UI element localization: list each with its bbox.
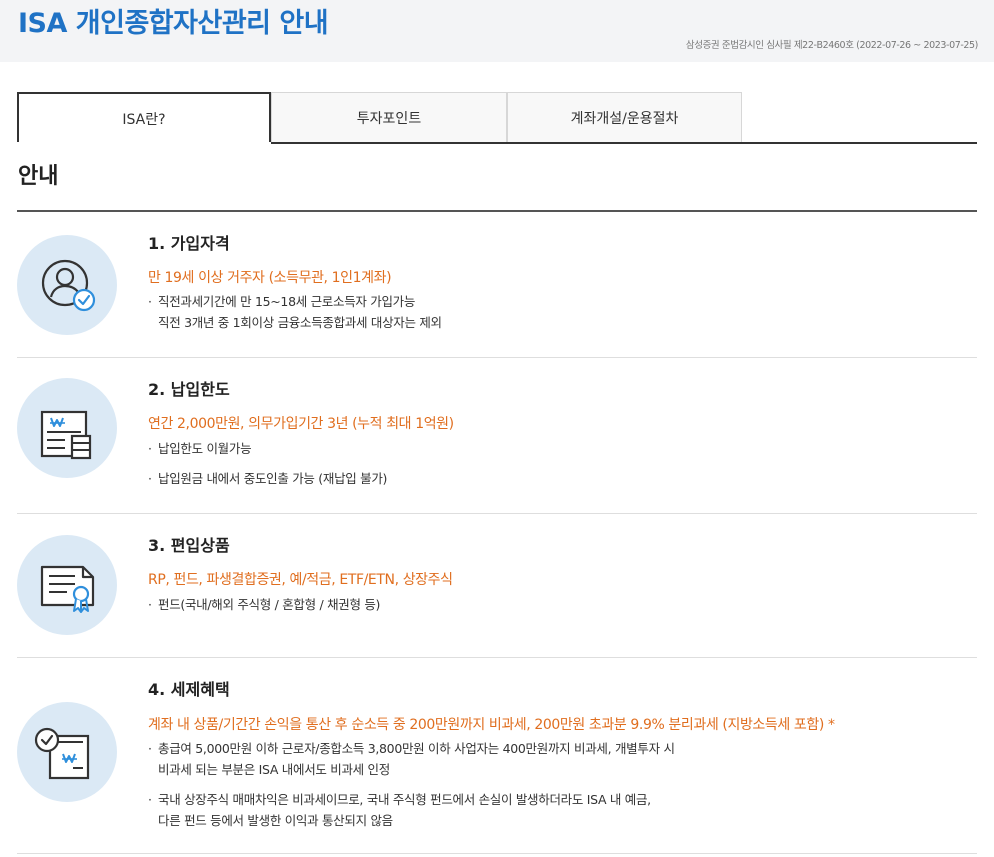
item-summary: 만 19세 이상 거주자 (소득무관, 1인1계좌): [148, 270, 392, 286]
item-summary: RP, 펀드, 파생결합증권, 예/적금, ETF/ETN, 상장주식: [148, 572, 453, 588]
item-heading: 2. 납입한도: [148, 380, 230, 399]
bullet-dot: ·: [148, 741, 152, 756]
tab-isa-intro[interactable]: ISA란?: [17, 92, 271, 145]
bullet-line: 총급여 5,000만원 이하 근로자/종합소득 3,800만원 이하 사업자는 …: [158, 741, 675, 756]
tab-bar: ISA란? 투자포인트 계좌개설/운용절차: [17, 92, 977, 145]
item-summary: 연간 2,000만원, 의무가입기간 3년 (누적 최대 1억원): [148, 416, 454, 432]
icon-circle: [17, 235, 117, 335]
icon-circle: [17, 378, 117, 478]
bullet-line: 다른 펀드 등에서 발생한 이익과 통산되지 않음: [158, 813, 393, 828]
compliance-notice: 삼성증권 준법감시인 심사필 제22-B2460호 (2022-07-26 ~ …: [685, 40, 978, 51]
item-bullet: · 납입한도 이월가능: [148, 438, 252, 459]
bullet-line: 납입한도 이월가능: [158, 441, 252, 456]
item-bullet: · 국내 상장주식 매매차익은 비과세이므로, 국내 주식형 펀드에서 손실이 …: [148, 789, 651, 831]
deposit-document-icon: [40, 410, 92, 460]
bullet-line: 직전과세기간에 만 15~18세 근로소득자 가입가능: [158, 294, 416, 309]
icon-circle: [17, 535, 117, 635]
bullet-line: 국내 상장주식 매매차익은 비과세이므로, 국내 주식형 펀드에서 손실이 발생…: [158, 792, 651, 807]
bullet-dot: ·: [148, 792, 152, 807]
item-bullet: · 납입원금 내에서 중도인출 가능 (재납입 불가): [148, 468, 387, 489]
tax-benefit-icon: [34, 727, 90, 780]
icon-circle: [17, 702, 117, 802]
item-bullet: · 펀드(국내/해외 주식형 / 혼합형 / 채권형 등): [148, 594, 380, 615]
page-title: ISA 개인종합자산관리 안내: [18, 8, 329, 39]
bullet-dot: ·: [148, 441, 152, 456]
item-bullet: · 총급여 5,000만원 이하 근로자/종합소득 3,800만원 이하 사업자…: [148, 738, 675, 780]
item-summary: 계좌 내 상품/기간간 손익을 통산 후 순소득 중 200만원까지 비과세, …: [148, 717, 835, 733]
item-heading: 1. 가입자격: [148, 234, 230, 253]
tab-account-opening-procedure[interactable]: 계좌개설/운용절차: [507, 92, 742, 142]
bullet-line: 비과세 되는 부분은 ISA 내에서도 비과세 인정: [158, 762, 390, 777]
bullet-line: 직전 3개년 중 1회이상 금융소득종합과세 대상자는 제외: [158, 315, 442, 330]
certificate-icon: [40, 565, 95, 613]
info-item-eligible-products: 3. 편입상품 RP, 펀드, 파생결합증권, 예/적금, ETF/ETN, 상…: [17, 514, 977, 658]
bullet-line: 펀드(국내/해외 주식형 / 혼합형 / 채권형 등): [158, 597, 381, 612]
info-item-deposit-limit: 2. 납입한도 연간 2,000만원, 의무가입기간 3년 (누적 최대 1억원…: [17, 358, 977, 514]
item-heading: 4. 세제혜택: [148, 680, 230, 699]
info-item-tax-benefits: 4. 세제혜택 계좌 내 상품/기간간 손익을 통산 후 순소득 중 200만원…: [17, 658, 977, 854]
info-item-eligibility: 1. 가입자격 만 19세 이상 거주자 (소득무관, 1인1계좌) · 직전과…: [17, 212, 977, 358]
user-check-icon: [41, 259, 96, 312]
bullet-line: 납입원금 내에서 중도인출 가능 (재납입 불가): [158, 471, 388, 486]
page-header: ISA 개인종합자산관리 안내 삼성증권 준법감시인 심사필 제22-B2460…: [0, 0, 994, 62]
bullet-dot: ·: [148, 294, 152, 309]
item-bullet: · 직전과세기간에 만 15~18세 근로소득자 가입가능 직전 3개년 중 1…: [148, 291, 442, 333]
bullet-dot: ·: [148, 597, 152, 612]
tab-investment-points[interactable]: 투자포인트: [271, 92, 507, 142]
item-heading: 3. 편입상품: [148, 536, 230, 555]
section-title: 안내: [18, 164, 59, 189]
bullet-dot: ·: [148, 471, 152, 486]
